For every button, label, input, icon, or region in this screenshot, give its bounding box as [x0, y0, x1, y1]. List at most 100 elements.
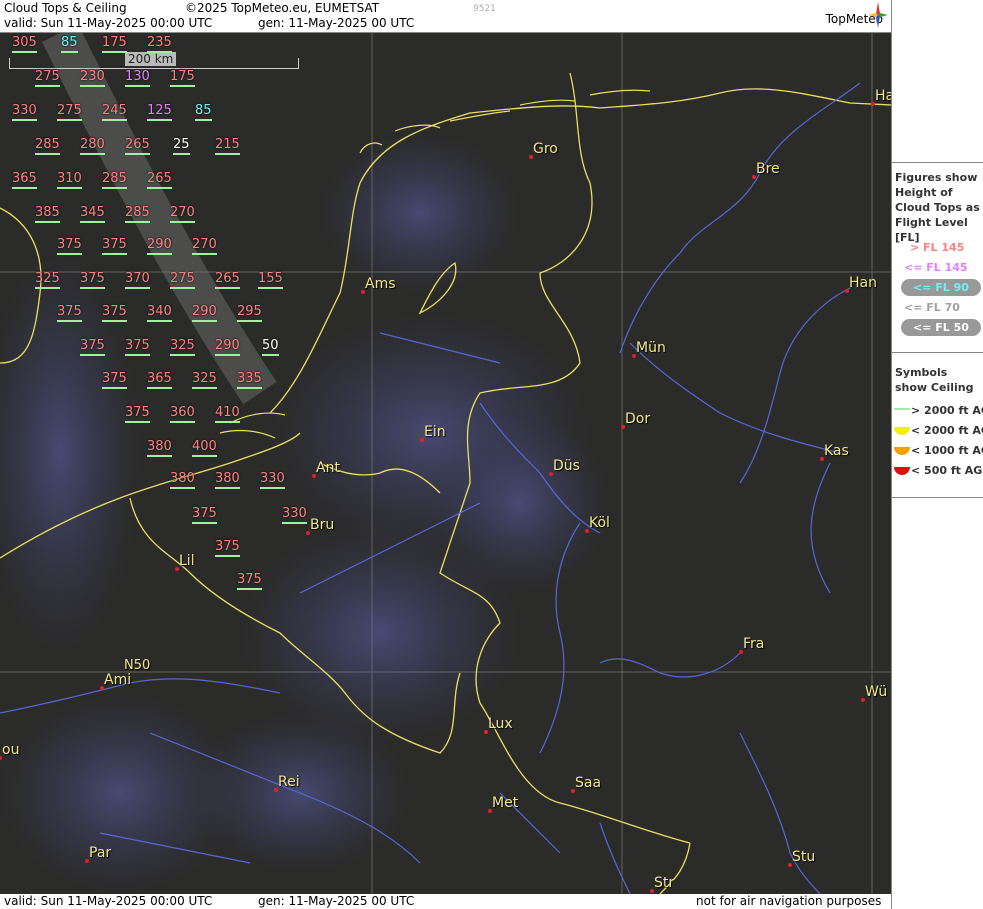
cloud-top-value: 375 — [215, 539, 240, 557]
cloud-top-value: 290 — [192, 304, 217, 322]
ceiling-symbol — [170, 487, 195, 489]
cloud-top-value: 330 — [12, 103, 37, 121]
compass-logo-icon — [868, 2, 888, 28]
cloud-top-value: 285 — [102, 171, 127, 189]
city-label: Köl — [589, 515, 610, 531]
cloud-top-value: 275 — [57, 103, 82, 121]
ceiling-symbol — [262, 354, 279, 356]
city-label: Bru — [310, 517, 335, 533]
cloud-top-value: 410 — [215, 405, 240, 423]
cloud-top-value: 375 — [57, 237, 82, 255]
cloud-top-value: 245 — [102, 103, 127, 121]
ceiling-symbol — [80, 85, 105, 87]
cloud-top-value: 270 — [170, 205, 195, 223]
cloud-top-value: 175 — [102, 35, 127, 53]
footer-bar: valid: Sun 11-May-2025 00:00 UTC gen: 11… — [0, 894, 891, 909]
scale-label: 200 km — [125, 52, 177, 66]
cloud-top-value: 330 — [282, 506, 307, 524]
cloud-top-value: 215 — [215, 137, 240, 155]
ceiling-symbol — [147, 387, 172, 389]
legend-level-2: <= FL 145 — [904, 261, 968, 274]
city-label: Stu — [792, 849, 816, 865]
cloud-top-value: 295 — [237, 304, 262, 322]
ceiling-symbol — [258, 287, 283, 289]
cloud-top-value: 400 — [192, 439, 217, 457]
legend-figures-title: Figures show Height of Cloud Tops as Fli… — [895, 171, 980, 244]
city-label: Lil — [179, 553, 195, 569]
city-label: Ein — [424, 424, 446, 440]
ceiling-symbol — [102, 119, 127, 121]
ceiling-symbol — [35, 85, 60, 87]
ceiling-symbol — [35, 287, 60, 289]
cloud-top-value: 375 — [125, 338, 150, 356]
legend-panel: Figures show Height of Cloud Tops as Fli… — [891, 0, 983, 909]
cloud-top-value: 85 — [195, 103, 212, 121]
ceiling-symbol — [192, 455, 217, 457]
ceiling-symbol — [237, 387, 262, 389]
cloud-top-value: 365 — [147, 371, 172, 389]
legend-divider — [892, 352, 983, 353]
legend-level-3: <= FL 90 — [901, 279, 981, 296]
ceiling-symbol — [147, 455, 172, 457]
city-label: Dor — [625, 411, 651, 427]
city-label: Rei — [278, 774, 300, 790]
cloud-top-value: 265 — [125, 137, 150, 155]
cloud-top-value: 270 — [192, 237, 217, 255]
cloud-top-value: 290 — [147, 237, 172, 255]
cloud-top-value: 280 — [80, 137, 105, 155]
ceiling-gt2000-symbol — [894, 408, 910, 410]
ceiling-symbol — [192, 320, 217, 322]
cloud-top-value: 285 — [35, 137, 60, 155]
city-label: Str — [654, 875, 675, 891]
valid-time: valid: Sun 11-May-2025 00:00 UTC — [4, 16, 213, 30]
cloud-top-value: 380 — [147, 439, 172, 457]
product-title: Cloud Tops & Ceiling — [4, 1, 127, 15]
cloud-top-value: 325 — [170, 338, 195, 356]
cloud-top-value: 380 — [215, 471, 240, 489]
ceiling-symbol — [57, 320, 82, 322]
latitude-label: N50 — [124, 658, 151, 673]
ceiling-symbol — [125, 421, 150, 423]
cloud-top-value: 375 — [102, 371, 127, 389]
cloud-top-value: 375 — [237, 572, 262, 590]
legend-level-4: <= FL 70 — [904, 301, 960, 314]
city-label: Düs — [553, 458, 580, 474]
ceiling-symbol — [215, 555, 240, 557]
cloud-top-value: 345 — [80, 205, 105, 223]
ceiling-symbol — [61, 51, 78, 53]
cloud-top-value: 125 — [147, 103, 172, 121]
ceiling-symbol — [215, 487, 240, 489]
cloud-top-value: 370 — [125, 271, 150, 289]
ceiling-symbol — [125, 287, 150, 289]
city-label: ou — [2, 742, 20, 758]
cloud-top-value: 175 — [170, 69, 195, 87]
legend-divider — [892, 162, 983, 163]
copyright: ©2025 TopMeteo.eu, EUMETSAT — [185, 1, 380, 15]
city-label: Gro — [533, 141, 558, 157]
ceiling-symbol — [80, 287, 105, 289]
ceiling-symbol — [192, 522, 217, 524]
ceiling-symbol — [147, 320, 172, 322]
footer-generated-time: gen: 11-May-2025 00 UTC — [258, 894, 415, 908]
ceiling-symbol — [173, 153, 190, 155]
cloud-top-value: 385 — [35, 205, 60, 223]
ceiling-symbol — [125, 153, 150, 155]
ceiling-symbol — [57, 253, 82, 255]
ceiling-symbol — [170, 354, 195, 356]
ceiling-symbol — [260, 487, 285, 489]
ceiling-symbol — [102, 320, 127, 322]
cloud-top-value: 25 — [173, 137, 190, 155]
ceiling-symbol — [102, 51, 127, 53]
cloud-top-value: 130 — [125, 69, 150, 87]
ceiling-symbol — [237, 320, 262, 322]
cloud-top-value: 375 — [192, 506, 217, 524]
ceiling-symbol — [147, 51, 172, 53]
ceiling-symbol — [80, 153, 105, 155]
cloud-top-value: 375 — [102, 237, 127, 255]
cloud-top-value: 360 — [170, 405, 195, 423]
cloud-top-value: 375 — [125, 405, 150, 423]
ceiling-symbol — [125, 85, 150, 87]
ceiling-symbol — [195, 119, 212, 121]
cloud-top-value: 290 — [215, 338, 240, 356]
ceiling-symbol — [125, 354, 150, 356]
